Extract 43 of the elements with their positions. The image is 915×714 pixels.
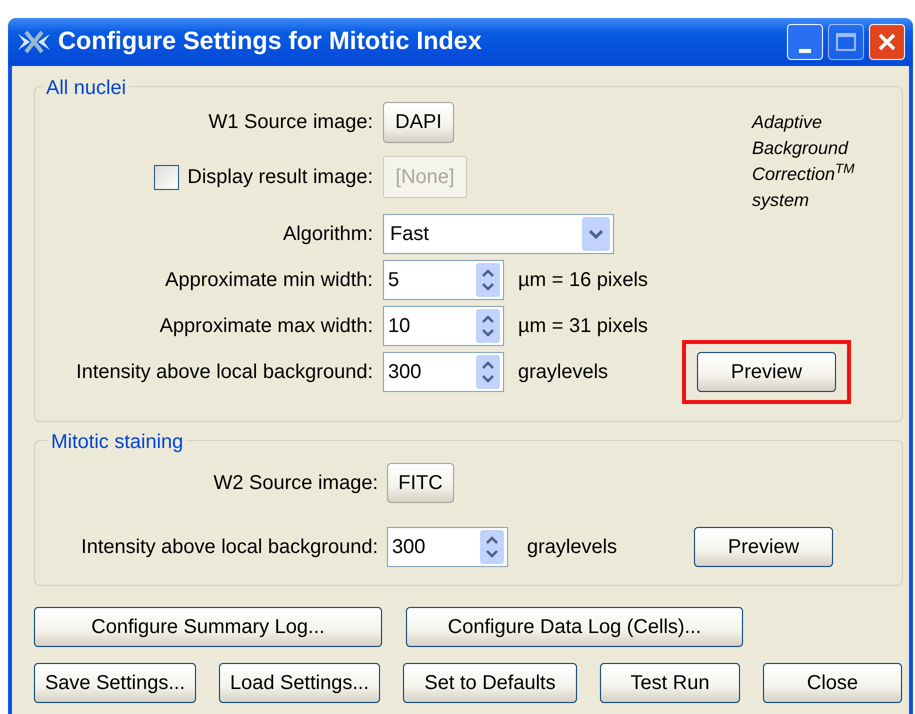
field-label: Display result image: — [187, 165, 373, 190]
push-button[interactable]: Close — [763, 663, 902, 703]
note-text: Correction$^{TM}$ — [752, 161, 855, 186]
spin-field[interactable]: 300 — [387, 527, 508, 567]
app-icon — [16, 30, 52, 54]
unit-text: µm = 16 pixels — [518, 268, 649, 293]
field-label: W2 Source image: — [213, 471, 378, 496]
spin-field[interactable]: 10 — [383, 306, 504, 346]
push-button[interactable]: Load Settings... — [219, 663, 380, 703]
maximize-button[interactable] — [828, 24, 864, 60]
algorithm-dropdown[interactable]: Fast — [383, 214, 614, 254]
note-text: Background — [752, 137, 850, 160]
spinner-icon[interactable] — [476, 309, 500, 343]
window-title: Configure Settings for Mitotic Index — [58, 26, 483, 58]
note-text: system — [752, 189, 810, 212]
dropdown-caret-icon[interactable] — [582, 217, 610, 251]
spin-field[interactable]: 300 — [383, 352, 504, 392]
spinner-icon[interactable] — [480, 530, 504, 564]
close-button[interactable] — [869, 24, 905, 60]
push-button[interactable]: Preview — [694, 527, 833, 567]
close-icon[interactable] — [877, 32, 897, 52]
unit-text: graylevels — [527, 535, 618, 560]
push-button[interactable]: Configure Data Log (Cells)... — [406, 607, 743, 647]
push-button[interactable]: Save Settings... — [34, 663, 196, 703]
push-button[interactable]: Preview — [697, 352, 836, 392]
field-label: Approximate min width: — [165, 268, 373, 293]
field-label: Approximate max width: — [160, 314, 373, 339]
push-button[interactable]: DAPI — [383, 102, 454, 142]
spin-field[interactable]: 5 — [383, 260, 504, 300]
push-button[interactable]: FITC — [387, 463, 454, 503]
push-button[interactable]: Configure Summary Log... — [34, 607, 382, 647]
unit-text: graylevels — [518, 360, 610, 385]
push-button[interactable]: Set to Defaults — [403, 663, 577, 703]
push-button[interactable]: Test Run — [600, 663, 740, 703]
field-label: Intensity above local background: — [81, 535, 378, 560]
spinner-icon[interactable] — [476, 263, 500, 297]
field-label: Algorithm: — [282, 222, 373, 247]
field-label: Intensity above local background: — [76, 360, 373, 385]
field-label: W1 Source image: — [208, 110, 373, 135]
minimize-button[interactable] — [787, 24, 823, 60]
spinner-icon[interactable] — [476, 355, 500, 389]
note-text: Adaptive — [752, 111, 824, 134]
unit-text: µm = 31 pixels — [518, 314, 649, 339]
